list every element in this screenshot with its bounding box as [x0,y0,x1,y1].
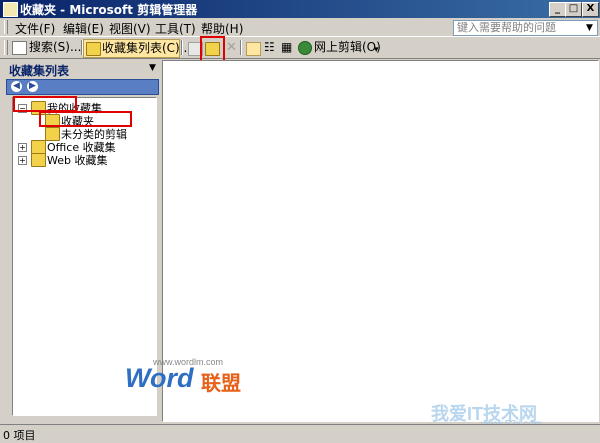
highlight-box-toolbar [200,36,225,62]
highlight-box-my-collections [13,96,77,112]
menu-view[interactable]: 视图(V) [109,20,151,37]
help-search-input[interactable]: 键入需要帮助的问题 [453,20,598,36]
menu-help[interactable]: 帮助(H) [201,20,243,37]
menu-tools[interactable]: 工具(T) [155,20,196,37]
window-title: 收藏夹 - Microsoft 剪辑管理器 [20,3,198,17]
details-view-icon[interactable]: ▦ [281,39,292,56]
pane-header: 收藏集列表 ▼ [3,60,160,78]
pane-menu-icon[interactable]: ▼ [149,63,156,73]
toolbar-separator [181,40,183,55]
online-clips-button[interactable]: 网上剪辑(O) [298,39,381,56]
close-button[interactable]: X [582,2,599,17]
forward-icon[interactable]: ▶ [27,81,38,92]
minimize-button[interactable]: _ [549,2,566,17]
pane-title: 收藏集列表 [9,64,70,78]
back-icon[interactable]: ◀ [11,81,22,92]
menu-file[interactable]: 文件(F) [15,20,55,37]
app-icon [3,2,18,17]
globe-icon [298,41,312,55]
collection-list-button[interactable]: 收藏集列表(C)... [83,39,191,58]
toolbar-grip [4,40,8,55]
pane-nav-bar: ◀ ▶ [6,79,159,95]
maximize-button[interactable]: □ [565,2,582,17]
folder-icon [31,153,46,167]
expand-icon[interactable]: + [18,156,27,165]
folder-icon [31,140,46,154]
clip-content-area[interactable]: www.wordlm.com Word 联盟 我爱IT技术网 www.52ij.… [125,60,599,430]
help-dropdown-icon[interactable]: ▼ [584,20,595,36]
toolbar: 搜索(S)... 收藏集列表(C)... ✕ ☷ ▦ 网上剪辑(O) ▾ [0,37,600,59]
menu-grip [4,20,8,34]
tree-label: Web 收藏集 [47,154,108,167]
status-text: 0 项目 [3,429,36,442]
status-bar: 0 项目 [0,424,600,443]
search-icon [12,41,27,55]
title-bar: 收藏夹 - Microsoft 剪辑管理器 _ □ X [0,0,600,18]
toolbar-separator [240,40,242,55]
thumbnails-icon[interactable] [246,42,261,56]
menu-edit[interactable]: 编辑(E) [63,20,104,37]
search-label: 搜索(S)... [29,40,82,54]
list-view-icon[interactable]: ☷ [264,39,275,56]
watermark-brand-word: Word [125,363,194,393]
delete-icon[interactable]: ✕ [226,39,237,56]
watermark-brand-cn: 联盟 [201,373,241,395]
search-button[interactable]: 搜索(S)... [10,39,82,56]
expand-icon[interactable]: + [18,143,27,152]
highlight-box-favorites [39,111,132,127]
online-clips-label: 网上剪辑(O) [314,40,381,54]
toolbar-options-icon[interactable]: ▾ [374,42,379,59]
collection-list-label: 收藏集列表(C)... [102,41,192,55]
folder-icon [86,42,101,56]
